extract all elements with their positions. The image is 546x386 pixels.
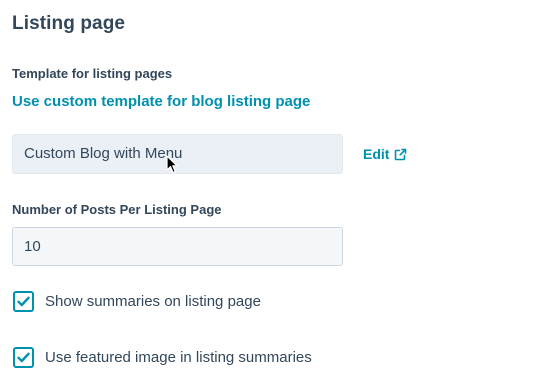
template-select[interactable]: Custom Blog with Menu: [12, 134, 343, 174]
use-featured-image-option[interactable]: Use featured image in listing summaries: [13, 347, 312, 368]
edit-label: Edit: [363, 146, 390, 162]
template-select-value: Custom Blog with Menu: [24, 145, 183, 162]
show-summaries-option[interactable]: Show summaries on listing page: [13, 291, 261, 312]
use-featured-image-label: Use featured image in listing summaries: [45, 349, 312, 366]
use-custom-template-link[interactable]: Use custom template for blog listing pag…: [12, 93, 310, 110]
listing-page-settings: Listing page Template for listing pages …: [0, 0, 546, 386]
template-label: Template for listing pages: [12, 66, 173, 81]
checkmark-icon: [17, 296, 30, 307]
posts-per-page-label: Number of Posts Per Listing Page: [12, 202, 222, 217]
use-featured-image-checkbox[interactable]: [13, 347, 34, 368]
show-summaries-label: Show summaries on listing page: [45, 293, 261, 310]
external-link-icon: [394, 148, 407, 161]
section-title: Listing page: [12, 13, 126, 34]
edit-template-link[interactable]: Edit: [363, 146, 407, 162]
posts-per-page-input[interactable]: [12, 227, 343, 266]
checkmark-icon: [17, 352, 30, 363]
show-summaries-checkbox[interactable]: [13, 291, 34, 312]
